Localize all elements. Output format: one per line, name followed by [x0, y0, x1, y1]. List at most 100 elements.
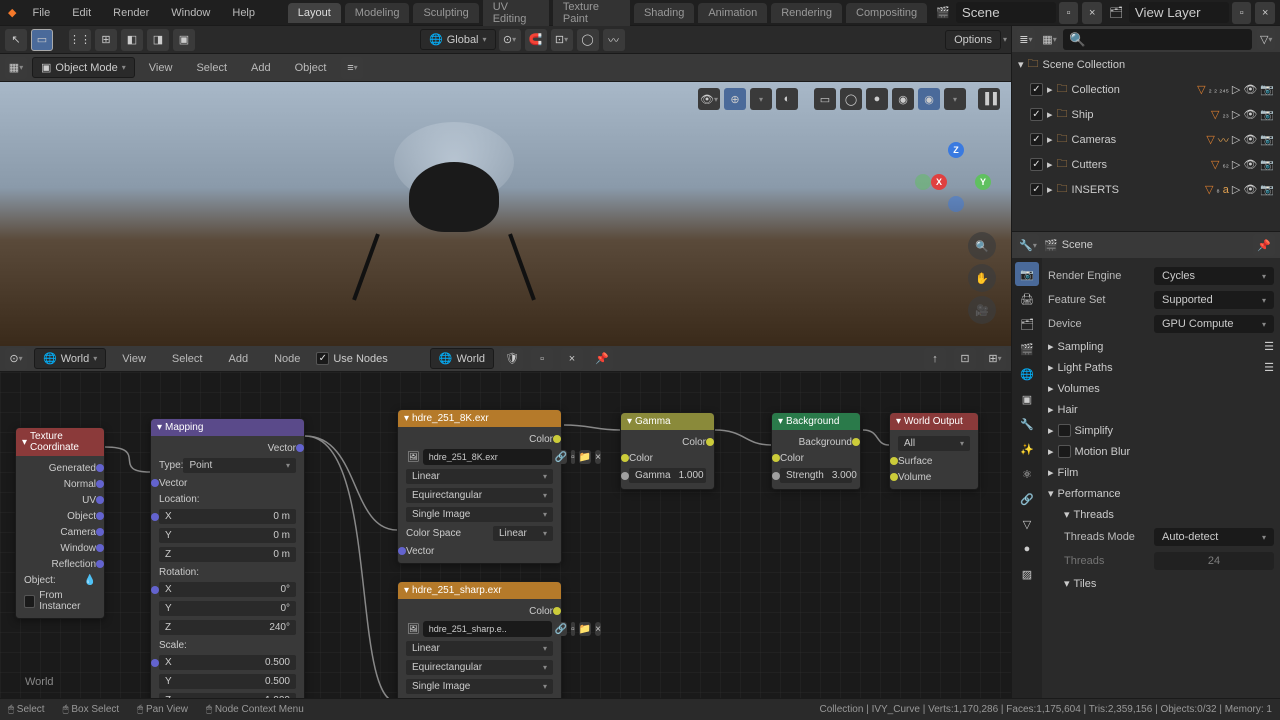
node-snap-icon[interactable]: ⊡ — [954, 348, 976, 370]
outliner-display-icon[interactable]: ▦▾ — [1041, 28, 1059, 50]
shader-type-dropdown[interactable]: 🌐 World▾ — [34, 348, 106, 369]
section-volumes[interactable]: ▸Volumes — [1048, 378, 1274, 399]
viewport-menu-object[interactable]: Object — [285, 58, 337, 78]
device-select[interactable]: GPU Compute▾ — [1154, 315, 1274, 333]
prop-tab-scene[interactable]: 🎬 — [1015, 337, 1039, 361]
outliner-type-icon[interactable]: ≣▾ — [1017, 28, 1035, 50]
snap-dots-icon[interactable]: ⋮⋮ — [69, 29, 91, 51]
image-browse-icon[interactable]: 🖼 — [407, 449, 420, 465]
gizmo-z[interactable]: Z — [948, 142, 964, 158]
section-lightpaths[interactable]: ▸Light Paths☰ — [1048, 357, 1274, 378]
cursor-tool-icon[interactable]: ↖ — [5, 29, 27, 51]
viewport-menu-view[interactable]: View — [139, 58, 183, 78]
unlink-image-icon[interactable]: × — [595, 450, 601, 464]
node-menu-select[interactable]: Select — [162, 349, 213, 369]
viewlayer-input[interactable] — [1129, 2, 1229, 23]
properties-pin-icon[interactable]: 📌 — [1253, 234, 1275, 256]
node-env-sharp[interactable]: ▾hdre_251_sharp.exr Color 🖼🔗▫📁× Linear▾ … — [397, 581, 562, 698]
eye-icon[interactable]: 👁 — [1243, 83, 1257, 96]
tab-texpaint[interactable]: Texture Paint — [553, 0, 630, 29]
view-object-types-icon[interactable]: 👁▾ — [698, 88, 720, 110]
mesh-select-mode-icon[interactable]: ≡▾ — [341, 57, 363, 79]
orientation-gizmo[interactable]: Z X Y — [921, 142, 991, 212]
node-overlay-icon[interactable]: ⊞▾ — [984, 348, 1006, 370]
list-icon[interactable]: ☰ — [1264, 340, 1274, 353]
pin-icon[interactable]: 📌 — [591, 348, 613, 370]
section-hair[interactable]: ▸Hair — [1048, 399, 1274, 420]
snap-icon[interactable]: 🧲 — [525, 29, 547, 51]
prop-tab-viewlayer[interactable]: 🗂 — [1015, 312, 1039, 336]
zoom-tool-icon[interactable]: 🔍 — [968, 232, 996, 260]
feature-set-select[interactable]: Supported▾ — [1154, 291, 1274, 309]
gizmo-toggle-icon[interactable]: ⊕ — [724, 88, 746, 110]
prop-tab-world[interactable]: 🌐 — [1015, 362, 1039, 386]
env1-file-input[interactable] — [423, 449, 552, 465]
section-threads[interactable]: ▾Threads — [1048, 504, 1274, 525]
eyedropper-icon[interactable]: 💧 — [84, 575, 96, 586]
node-arrow-up-icon[interactable]: ↑ — [924, 348, 946, 370]
prop-tab-output[interactable]: 🖨 — [1015, 287, 1039, 311]
node-world-output[interactable]: ▾World Output All▾ Surface Volume — [889, 412, 979, 490]
outliner-filter-icon[interactable]: ▽▾ — [1257, 28, 1275, 50]
node-editor-type-icon[interactable]: ⊙▾ — [5, 348, 27, 370]
camera-icon[interactable]: 📷 — [1260, 83, 1274, 96]
menu-help[interactable]: Help — [222, 3, 265, 23]
gizmo-y[interactable]: Y — [975, 174, 991, 190]
unlink-world-icon[interactable]: × — [561, 348, 583, 370]
section-simplify[interactable]: ▸Simplify — [1048, 420, 1274, 441]
camera-view-icon[interactable]: 🎥 — [968, 296, 996, 324]
mode-dropdown[interactable]: ▣ Object Mode▾ — [32, 57, 135, 78]
node-mapping[interactable]: ▾Mapping Vector Type:Point▾ Vector Locat… — [150, 418, 305, 698]
pan-tool-icon[interactable]: ✋ — [968, 264, 996, 292]
snap-vert-icon[interactable]: ▣ — [173, 29, 195, 51]
section-motionblur[interactable]: ▸Motion Blur — [1048, 441, 1274, 462]
prop-tab-data[interactable]: ▽ — [1015, 512, 1039, 536]
shading-wire-icon[interactable]: ◯ — [840, 88, 862, 110]
node-background[interactable]: ▾Background Background Color Strength3.0… — [771, 412, 861, 490]
select-tool-icon[interactable]: ▭ — [31, 29, 53, 51]
threads-mode-select[interactable]: Auto-detect▾ — [1154, 528, 1274, 546]
section-tiles[interactable]: ▾Tiles — [1048, 573, 1274, 594]
render-engine-select[interactable]: Cycles▾ — [1154, 267, 1274, 285]
tab-shading[interactable]: Shading — [634, 3, 694, 23]
tab-modeling[interactable]: Modeling — [345, 3, 410, 23]
section-sampling[interactable]: ▸Sampling☰ — [1048, 336, 1274, 357]
node-env-8k[interactable]: ▾hdre_251_8K.exr Color 🖼🔗▫📁× Linear▾ Equ… — [397, 409, 562, 564]
node-menu-add[interactable]: Add — [218, 349, 258, 369]
viewlayer-new-icon[interactable]: ▫ — [1232, 2, 1252, 24]
propedit-curve-icon[interactable]: 〰 — [603, 29, 625, 51]
xray-icon[interactable]: ▭ — [814, 88, 836, 110]
viewport-menu-select[interactable]: Select — [186, 58, 237, 78]
properties-type-icon[interactable]: 🔧▾ — [1017, 234, 1039, 256]
tab-animation[interactable]: Animation — [698, 3, 767, 23]
outliner-cutters[interactable]: ▸🗀Cutters▽₆₂ ▷👁📷 — [1012, 152, 1280, 177]
new-image-icon[interactable]: ▫ — [571, 450, 575, 464]
tab-compositing[interactable]: Compositing — [846, 3, 927, 23]
selectable-icon[interactable]: ▷ — [1232, 83, 1240, 96]
gizmo-x[interactable]: X — [931, 174, 947, 190]
node-texture-coordinate[interactable]: ▾Texture Coordinate Generated Normal UV … — [15, 427, 105, 619]
open-image-icon[interactable]: 📁 — [579, 450, 591, 464]
shading-rendered-icon[interactable]: ◉ — [918, 88, 940, 110]
pivot-icon[interactable]: ⊙▾ — [499, 29, 521, 51]
tab-sculpting[interactable]: Sculpting — [413, 3, 478, 23]
prop-tab-physics[interactable]: ⚛ — [1015, 462, 1039, 486]
shield-fake-user-icon[interactable]: 🛡 — [501, 348, 523, 370]
new-world-icon[interactable]: ▫ — [531, 348, 553, 370]
outliner-ship[interactable]: ▸🗀Ship▽₂₃ ▷👁📷 — [1012, 102, 1280, 127]
3d-viewport[interactable]: 👁▾ ⊕ ▾ ◐ ▭ ◯ ● ◉ ◉ ▾ ▐▐ — [0, 82, 1011, 346]
viewlayer-close-icon[interactable]: × — [1255, 2, 1275, 24]
outliner-inserts[interactable]: ▸🗀INSERTS▽₈a ▷👁📷 — [1012, 177, 1280, 202]
link-icon[interactable]: 🔗 — [555, 450, 567, 464]
node-editor-canvas[interactable]: ▾Texture Coordinate Generated Normal UV … — [0, 372, 1011, 698]
tab-layout[interactable]: Layout — [288, 3, 341, 23]
menu-render[interactable]: Render — [103, 3, 159, 23]
prop-tab-modifier[interactable]: 🔧 — [1015, 412, 1039, 436]
outliner-collection[interactable]: ▸🗀Collection▽₂ ₂ ₂₄₅ ▷👁📷 — [1012, 77, 1280, 102]
overlays-icon[interactable]: ◐ — [776, 88, 798, 110]
node-gamma[interactable]: ▾Gamma Color Color Gamma1.000 — [620, 412, 715, 490]
node-menu-view[interactable]: View — [112, 349, 156, 369]
shading-options-icon[interactable]: ▾ — [944, 88, 966, 110]
menu-window[interactable]: Window — [161, 3, 220, 23]
snap-edge-icon[interactable]: ◨ — [147, 29, 169, 51]
